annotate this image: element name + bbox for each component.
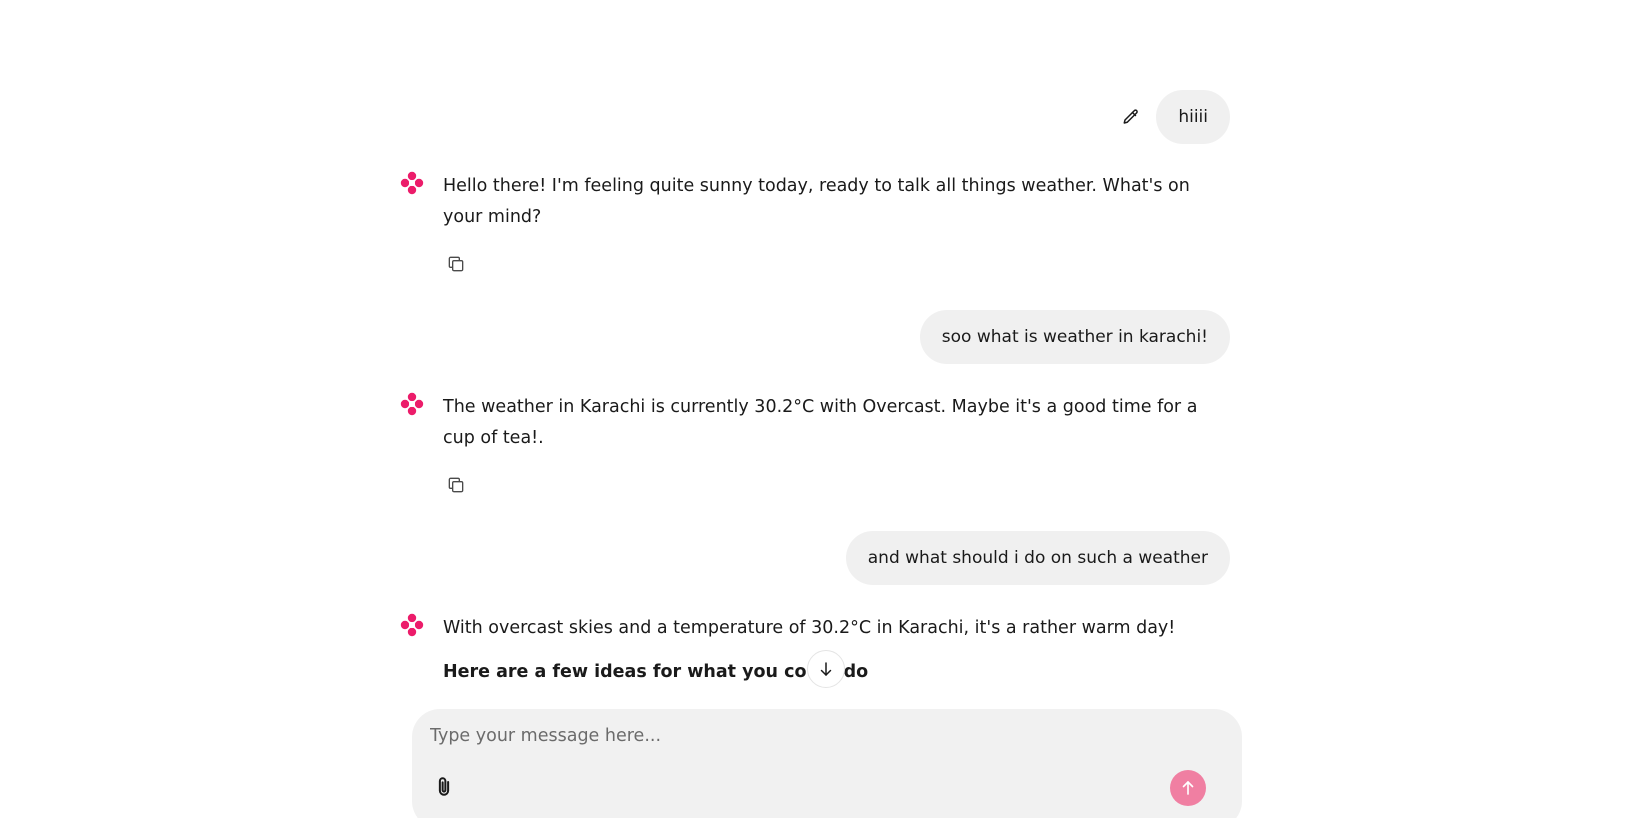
copy-icon[interactable] xyxy=(444,473,468,497)
assistant-message: Hello there! I'm feeling quite sunny tod… xyxy=(400,171,1230,233)
pencil-icon[interactable] xyxy=(1120,106,1142,128)
message-thread: hiiii Hello there! I'm feeling quite sun… xyxy=(400,0,1230,700)
assistant-message: The weather in Karachi is currently 30.2… xyxy=(400,392,1230,454)
user-message-bubble: soo what is weather in karachi! xyxy=(919,310,1230,364)
user-message-bubble: and what should i do on such a weather xyxy=(845,531,1230,585)
user-message-row: and what should i do on such a weather xyxy=(845,531,1230,585)
assistant-message-text: Hello there! I'm feeling quite sunny tod… xyxy=(443,176,1190,227)
assistant-message-text: The weather in Karachi is currently 30.2… xyxy=(443,397,1198,448)
chat-page: hiiii Hello there! I'm feeling quite sun… xyxy=(0,0,1639,818)
message-composer xyxy=(412,709,1242,818)
user-message-bubble: hiiii xyxy=(1156,90,1230,144)
message-input[interactable] xyxy=(430,721,1210,751)
flower-logo-icon xyxy=(400,171,424,195)
arrow-down-icon xyxy=(817,660,835,678)
flower-logo-icon xyxy=(400,392,424,416)
arrow-up-icon xyxy=(1179,779,1197,797)
scroll-to-bottom-button[interactable] xyxy=(807,650,845,688)
copy-icon[interactable] xyxy=(444,252,468,276)
paperclip-icon[interactable] xyxy=(430,772,458,802)
send-button[interactable] xyxy=(1170,770,1206,806)
flower-logo-icon xyxy=(400,613,424,637)
assistant-message-text: With overcast skies and a temperature of… xyxy=(443,618,1176,638)
user-message-row: soo what is weather in karachi! xyxy=(919,310,1230,364)
user-message-row: hiiii xyxy=(1120,90,1230,144)
